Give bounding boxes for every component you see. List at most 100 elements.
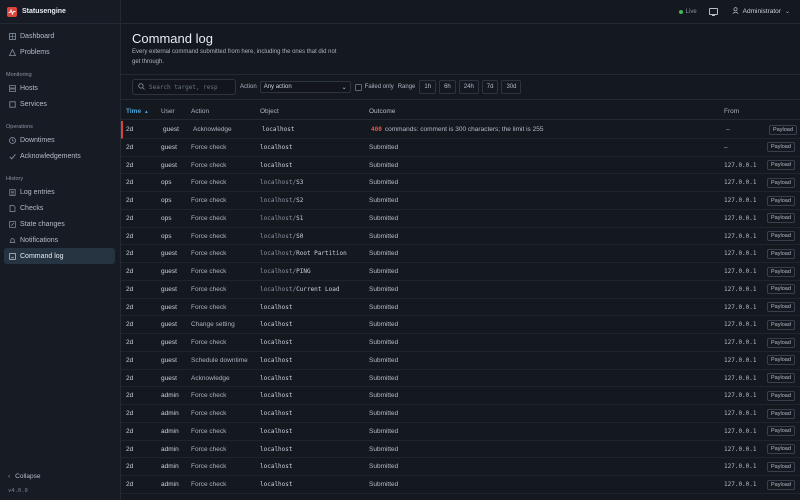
range-30d-button[interactable]: 30d [501,80,522,94]
column-header-user[interactable]: User [161,102,175,120]
payload-button[interactable]: Payload [767,177,795,188]
object-host: localhost/ [260,285,297,293]
payload-button[interactable]: Payload [767,266,795,277]
cell-payload: Payload [767,441,795,458]
range-1h-button[interactable]: 1h [419,80,437,94]
sidebar-item-services[interactable]: Services [4,96,115,112]
sidebar-section-title: Monitoring [6,72,32,78]
table-row[interactable]: 2d admin Force check localhost Submitted 127.… [121,476,800,494]
payload-button[interactable]: Payload [767,248,795,259]
column-header-time[interactable]: Time ▲ [126,102,149,120]
cell-object: localhost [260,405,293,422]
cell-time: 2d [126,303,134,311]
payload-button[interactable]: Payload [767,461,795,472]
table-row[interactable]: 2d guest Force check localhost Submitted 127.… [121,334,800,352]
table-row[interactable]: 2d guest Force check localhost/PING Submitte… [121,263,800,281]
payload-button[interactable]: Payload [767,284,795,295]
failed-only-checkbox[interactable] [354,83,362,91]
column-header-action[interactable]: Action [191,102,209,120]
table-row[interactable]: 2d guest Force check localhost Submitted — Pay… [121,139,800,157]
table-row[interactable]: 2d admin Force check localhost Submitted 127.… [121,405,800,423]
payload-button[interactable]: Payload [767,408,795,419]
payload-button[interactable]: Payload [767,142,795,153]
cell-from: 127.0.0.1 [724,161,757,169]
range-7d-button[interactable]: 7d [481,80,499,94]
cell-outcome: Submitted [369,334,398,351]
payload-button[interactable]: Payload [767,444,795,454]
table-row[interactable]: 2d guest Force check localhost/Root Partiti… [121,245,800,263]
payload-button[interactable]: Payload [767,302,795,312]
sidebar-item-notifications[interactable]: Notifications [4,232,115,248]
monitor-icon[interactable] [708,8,718,16]
payload-button[interactable]: Payload [767,426,795,437]
cell-object: localhost [260,423,293,440]
payload-button[interactable]: Payload [767,373,795,383]
table-row[interactable]: 2d guest Acknowledge localhost 400 commands: … [121,121,800,139]
table-row[interactable]: 2d admin Force check localhost Submitted 127.… [121,423,800,441]
action-select[interactable]: Any action ⌄ [259,81,351,93]
outcome-text: Submitted [369,427,399,435]
table-row[interactable]: 2d guest Force check localhost Submitted 127.… [121,157,800,175]
cell-outcome: Submitted [369,299,398,316]
sidebar-item-command-log[interactable]: Command log [4,248,115,264]
payload-button[interactable]: Payload [767,390,795,401]
sidebar-item-state-changes[interactable]: State changes [4,216,115,232]
cell-payload: Payload [767,157,795,174]
sidebar-item-dashboard[interactable]: Dashboard [4,28,115,44]
outcome-text: Submitted [369,143,399,151]
cell-payload: Payload [767,405,795,422]
column-header-object[interactable]: Object [260,102,279,120]
search-icon [138,82,145,92]
sidebar-item-hosts[interactable]: Hosts [4,80,115,96]
column-header-from[interactable]: From [724,102,739,120]
table-row[interactable]: 2d ops Force check localhost/S0 Submitted 127… [121,228,800,246]
table-row[interactable]: 2d guest Force check localhost/Current Load… [121,281,800,299]
brand[interactable]: Statusengine [0,0,120,24]
payload-button[interactable]: Payload [767,337,795,348]
object-service: S3 [296,179,304,187]
table-row[interactable]: 2d admin Force check localhost Submitted 127.… [121,387,800,405]
payload-button[interactable]: Payload [767,319,795,330]
sidebar-item-checks[interactable]: Checks [4,200,115,216]
table-row[interactable]: 2d ops Force check localhost/S3 Submitted 127… [121,174,800,192]
payload-button[interactable]: Payload [767,355,795,366]
object-host: localhost/ [260,268,297,275]
search-box[interactable] [132,79,236,95]
table-row[interactable]: 2d admin Force check localhost Submitted 127.… [121,441,800,459]
search-input[interactable] [149,83,229,91]
cell-object: localhost/S0 [260,228,303,245]
cell-time: 2d [126,232,134,240]
table-row[interactable]: 2d admin Force check localhost Submitted 127.… [121,458,800,476]
table-row[interactable]: 2d guest Acknowledge localhost Submitted 127.… [121,370,800,388]
sidebar-item-downtimes[interactable]: Downtimes [4,132,115,148]
cell-object: localhost [260,334,293,351]
payload-button[interactable]: Payload [767,479,795,490]
sidebar-item-problems[interactable]: Problems [4,44,115,60]
table-row[interactable]: 2d guest Change setting localhost Submitted 1… [121,316,800,334]
cell-object: localhost [260,139,293,156]
range-24h-button[interactable]: 24h [458,80,479,94]
cell-action: Force check [191,481,227,488]
column-header-outcome[interactable]: Outcome [369,102,395,120]
table-row[interactable]: 2d ops Force check localhost/S1 Submitted 127… [121,210,800,228]
range-6h-button[interactable]: 6h [439,80,456,94]
sidebar-item-acknowledgements[interactable]: Acknowledgements [4,148,115,164]
user-menu[interactable]: Administrator ⌄ [732,7,790,16]
collapse-button[interactable]: ‹ Collapse [4,469,40,483]
table-row[interactable]: 2d guest Schedule downtime localhost Submitt… [121,352,800,370]
table-row[interactable]: 2d guest Force check localhost Submitted 127.… [121,299,800,317]
cell-payload: Payload [767,370,795,387]
payload-button[interactable]: Payload [767,231,795,241]
sidebar-item-label: State changes [20,220,65,228]
table-row[interactable]: 2d ops Force check localhost/S2 Submitted 127… [121,192,800,210]
payload-button[interactable]: Payload [767,160,795,170]
cell-outcome: Submitted [369,174,398,191]
payload-button[interactable]: Payload [767,213,795,224]
server-icon [8,84,16,92]
cell-action: Force check [191,392,227,400]
sidebar-item-log-entries[interactable]: Log entries [4,184,115,200]
cell-time: 2d [126,161,134,169]
payload-button[interactable]: Payload [769,124,797,135]
payload-button[interactable]: Payload [767,195,795,206]
object-host: localhost [260,143,293,151]
